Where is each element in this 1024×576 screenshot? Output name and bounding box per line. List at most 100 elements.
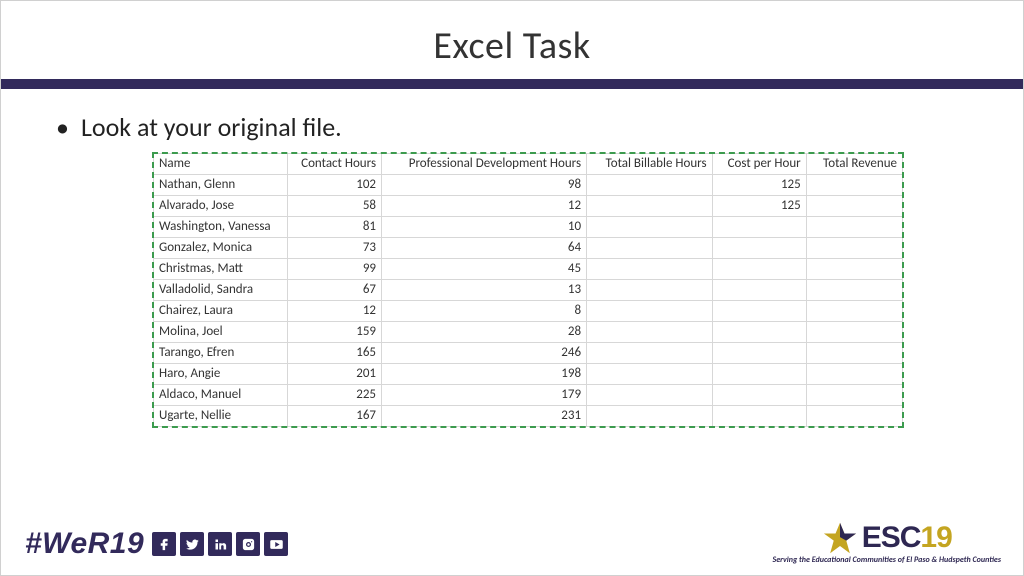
cell-contact-hours: 165 bbox=[287, 343, 381, 364]
cell-contact-hours: 225 bbox=[287, 385, 381, 406]
cell-tr bbox=[806, 175, 902, 196]
slide-footer: #WeR19 bbox=[1, 511, 1023, 575]
esc-tagline: Serving the Educational Communities of E… bbox=[773, 555, 1001, 565]
cell-cph bbox=[712, 364, 806, 385]
cell-pdh: 8 bbox=[382, 301, 587, 322]
cell-name: Chairez, Laura bbox=[154, 301, 288, 322]
cell-tbh bbox=[587, 364, 713, 385]
cell-cph: 125 bbox=[712, 196, 806, 217]
cell-contact-hours: 167 bbox=[287, 406, 381, 427]
bullet-text: Look at your original file. bbox=[81, 111, 342, 143]
cell-tbh bbox=[587, 217, 713, 238]
cell-cph bbox=[712, 406, 806, 427]
cell-name: Nathan, Glenn bbox=[154, 175, 288, 196]
cell-pdh: 12 bbox=[382, 196, 587, 217]
cell-contact-hours: 58 bbox=[287, 196, 381, 217]
cell-cph bbox=[712, 217, 806, 238]
cell-name: Alvarado, Jose bbox=[154, 196, 288, 217]
cell-cph bbox=[712, 280, 806, 301]
table-row: Alvarado, Jose5812 125 bbox=[154, 196, 903, 217]
cell-name: Ugarte, Nellie bbox=[154, 406, 288, 427]
hashtag-text: #WeR19 bbox=[25, 527, 144, 561]
cell-pdh: 45 bbox=[382, 259, 587, 280]
cell-tr bbox=[806, 217, 902, 238]
cell-tbh bbox=[587, 175, 713, 196]
cell-pdh: 246 bbox=[382, 343, 587, 364]
cell-cph bbox=[712, 259, 806, 280]
table-row: Haro, Angie201198 bbox=[154, 364, 903, 385]
cell-tr bbox=[806, 385, 902, 406]
cell-tbh bbox=[587, 259, 713, 280]
cell-name: Molina, Joel bbox=[154, 322, 288, 343]
cell-tbh bbox=[587, 196, 713, 217]
cell-tr bbox=[806, 238, 902, 259]
cell-pdh: 10 bbox=[382, 217, 587, 238]
cell-contact-hours: 159 bbox=[287, 322, 381, 343]
cell-tbh bbox=[587, 322, 713, 343]
esc19-logo: ESC19 Serving the Educational Communitie… bbox=[773, 521, 1001, 565]
cell-tr bbox=[806, 322, 902, 343]
cell-name: Gonzalez, Monica bbox=[154, 238, 288, 259]
cell-cph bbox=[712, 301, 806, 322]
cell-tbh bbox=[587, 385, 713, 406]
cell-tbh bbox=[587, 280, 713, 301]
spreadsheet: Name Contact Hours Professional Developm… bbox=[153, 153, 903, 427]
social-icons bbox=[152, 532, 288, 556]
table-row: Ugarte, Nellie167231 bbox=[154, 406, 903, 427]
cell-tr bbox=[806, 406, 902, 427]
hashtag-block: #WeR19 bbox=[25, 527, 288, 561]
twitter-icon bbox=[180, 532, 204, 556]
cell-name: Tarango, Efren bbox=[154, 343, 288, 364]
table-row: Molina, Joel15928 bbox=[154, 322, 903, 343]
table-row: Christmas, Matt9945 bbox=[154, 259, 903, 280]
cell-contact-hours: 99 bbox=[287, 259, 381, 280]
cell-contact-hours: 73 bbox=[287, 238, 381, 259]
title-divider bbox=[1, 79, 1023, 89]
cell-contact-hours: 102 bbox=[287, 175, 381, 196]
esc-brand-number: 19 bbox=[920, 521, 951, 554]
cell-pdh: 98 bbox=[382, 175, 587, 196]
cell-name: Washington, Vanessa bbox=[154, 217, 288, 238]
table-row: Gonzalez, Monica7364 bbox=[154, 238, 903, 259]
cell-name: Haro, Angie bbox=[154, 364, 288, 385]
page-title: Excel Task bbox=[1, 1, 1023, 79]
table-row: Washington, Vanessa8110 bbox=[154, 217, 903, 238]
cell-tr bbox=[806, 343, 902, 364]
cell-contact-hours: 12 bbox=[287, 301, 381, 322]
cell-pdh: 231 bbox=[382, 406, 587, 427]
table-row: Aldaco, Manuel225179 bbox=[154, 385, 903, 406]
cell-pdh: 28 bbox=[382, 322, 587, 343]
cell-tbh bbox=[587, 301, 713, 322]
cell-tr bbox=[806, 196, 902, 217]
cell-cph bbox=[712, 343, 806, 364]
cell-tr bbox=[806, 259, 902, 280]
facebook-icon bbox=[152, 532, 176, 556]
cell-name: Valladolid, Sandra bbox=[154, 280, 288, 301]
col-header-tbh: Total Billable Hours bbox=[587, 154, 713, 175]
col-header-name: Name bbox=[154, 154, 288, 175]
cell-name: Aldaco, Manuel bbox=[154, 385, 288, 406]
linkedin-icon bbox=[208, 532, 232, 556]
col-header-total-revenue: Total Revenue bbox=[806, 154, 902, 175]
bullet-item: • Look at your original file. bbox=[56, 111, 1023, 143]
cell-tbh bbox=[587, 406, 713, 427]
cell-name: Christmas, Matt bbox=[154, 259, 288, 280]
cell-tr bbox=[806, 301, 902, 322]
instagram-icon bbox=[236, 532, 260, 556]
cell-tbh bbox=[587, 238, 713, 259]
cell-tr bbox=[806, 364, 902, 385]
col-header-pdh: Professional Development Hours bbox=[382, 154, 587, 175]
cell-contact-hours: 67 bbox=[287, 280, 381, 301]
cell-tbh bbox=[587, 343, 713, 364]
cell-pdh: 13 bbox=[382, 280, 587, 301]
bullet-dot-icon: • bbox=[56, 114, 69, 140]
youtube-icon bbox=[264, 532, 288, 556]
cell-cph bbox=[712, 385, 806, 406]
col-header-contact-hours: Contact Hours bbox=[287, 154, 381, 175]
col-header-cph: Cost per Hour bbox=[712, 154, 806, 175]
cell-cph: 125 bbox=[712, 175, 806, 196]
table-row: Chairez, Laura128 bbox=[154, 301, 903, 322]
spreadsheet-region: Name Contact Hours Professional Developm… bbox=[153, 153, 903, 427]
cell-pdh: 198 bbox=[382, 364, 587, 385]
cell-contact-hours: 201 bbox=[287, 364, 381, 385]
